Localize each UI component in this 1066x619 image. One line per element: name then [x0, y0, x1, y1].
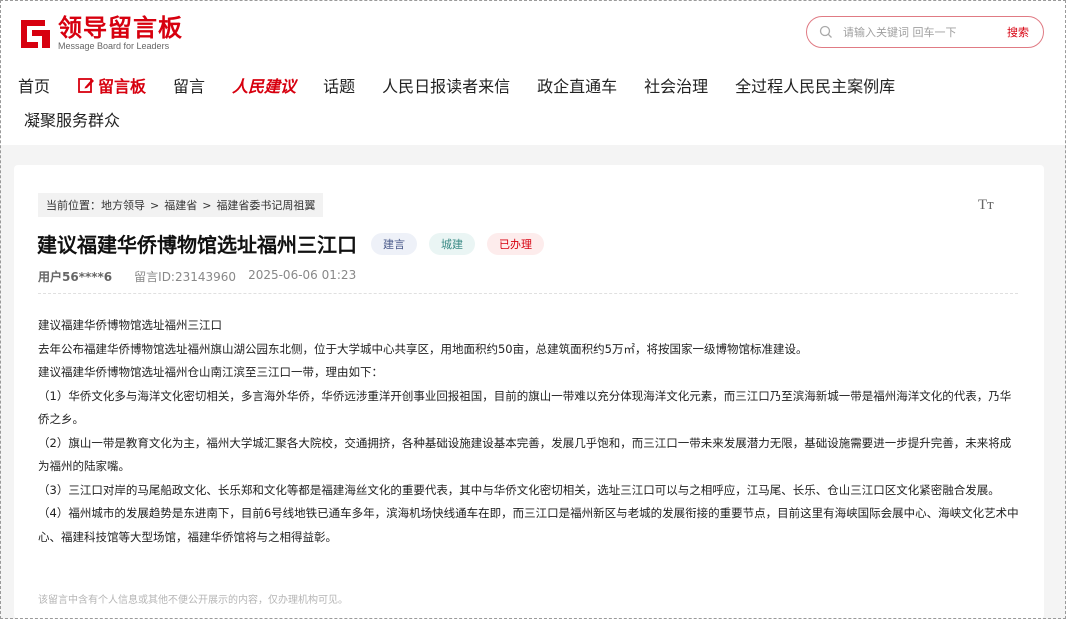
nav-item-home[interactable]: 首页: [18, 73, 50, 97]
message-paragraph: （2）旗山一带是教育文化为主，福州大学城汇聚各大院校，交通拥挤，各种基础设施建设…: [38, 435, 1012, 474]
main-nav: 首页 留言板 留言 人民建议 话题 人民日报读者来信 政企直通车 社会治理 全过…: [18, 70, 1048, 134]
nav-item-serve-masses[interactable]: 凝聚服务群众: [24, 107, 120, 131]
search-input[interactable]: [843, 25, 993, 39]
message-paragraph: （3）三江口对岸的马尾船政文化、长乐郑和文化等都是福建海丝文化的重要代表，其中与…: [38, 482, 1000, 497]
search-icon: [819, 25, 832, 38]
privacy-notice: 该留言中含有个人信息或其他不便公开展示的内容，仅办理机构可见。: [38, 595, 348, 606]
site-logo[interactable]: 领导留言板 Message Board for Leaders: [18, 15, 183, 51]
message-paragraph: 去年公布福建华侨博物馆选址福州旗山湖公园东北侧，位于大学城中心共享区，用地面积约…: [38, 341, 808, 356]
nav-item-people-suggestions[interactable]: 人民建议: [232, 73, 296, 97]
search-button[interactable]: 搜索: [1007, 24, 1029, 40]
nav-item-social-governance[interactable]: 社会治理: [644, 73, 708, 97]
search-box[interactable]: 搜索: [806, 16, 1044, 48]
font-size-icon[interactable]: Tт: [978, 197, 994, 214]
nav-item-topics[interactable]: 话题: [323, 73, 355, 97]
tag-urban-construction: 城建: [429, 232, 475, 255]
message-body: 建议福建华侨博物馆选址福州三江口 去年公布福建华侨博物馆选址福州旗山湖公园东北侧…: [38, 314, 1020, 549]
breadcrumb-item-fujian[interactable]: 福建省: [164, 197, 197, 213]
breadcrumb-separator: >: [150, 198, 160, 212]
logo-mark-icon: [18, 16, 52, 50]
edit-icon: [78, 78, 95, 93]
message-id: 留言ID:23143960: [134, 270, 237, 284]
message-user: 用户56****6: [38, 270, 113, 284]
breadcrumb: 当前位置： 地方领导 > 福建省 > 福建省委书记周祖翼: [38, 193, 324, 217]
nav-item-readers-letters[interactable]: 人民日报读者来信: [382, 73, 510, 97]
divider: [38, 293, 1018, 294]
nav-item-messages[interactable]: 留言: [173, 73, 205, 97]
logo-title: 领导留言板: [58, 14, 183, 42]
message-title-row: 建议福建华侨博物馆选址福州三江口 建言 城建 已办理: [37, 229, 556, 258]
message-paragraph: （4）福州城市的发展趋势是东进南下，目前6号线地铁已通车多年，滨海机场快线通车在…: [38, 506, 1019, 544]
message-meta: 用户56****6 留言ID:23143960 2025-06-06 01:23: [38, 268, 356, 285]
message-title: 建议福建华侨博物馆选址福州三江口: [37, 233, 357, 257]
nav-item-democracy-cases[interactable]: 全过程人民民主案例库: [735, 73, 895, 97]
logo-subtitle: Message Board for Leaders: [58, 41, 170, 51]
breadcrumb-item-local-leaders[interactable]: 地方领导: [101, 197, 145, 213]
breadcrumb-item-leader[interactable]: 福建省委书记周祖翼: [216, 197, 315, 213]
nav-item-enterprise-express[interactable]: 政企直通车: [537, 73, 617, 97]
message-paragraph: （1）华侨文化多与海洋文化密切相关，多言海外华侨，华侨远涉重洋开创事业回报祖国，…: [38, 388, 1012, 427]
nav-item-message-board[interactable]: 留言板: [77, 73, 146, 97]
nav-item-message-board-label: 留言板: [98, 77, 147, 96]
message-timestamp: 2025-06-06 01:23: [248, 268, 357, 282]
message-paragraph: 建议福建华侨博物馆选址福州三江口: [38, 318, 222, 332]
breadcrumb-separator: >: [202, 198, 212, 212]
message-paragraph: 建议福建华侨博物馆选址福州仓山南江滨至三江口一带，理由如下：: [38, 365, 383, 379]
tag-suggestion: 建言: [371, 232, 417, 255]
breadcrumb-prefix: 当前位置：: [46, 199, 101, 212]
status-badge: 已办理: [487, 232, 544, 255]
